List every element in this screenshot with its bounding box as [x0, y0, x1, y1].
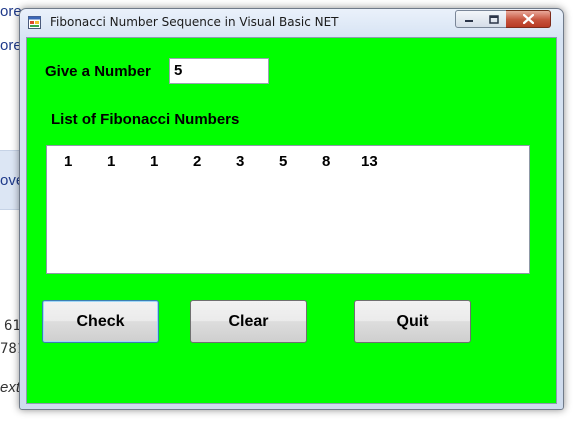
close-button[interactable] — [506, 10, 551, 28]
list-item: 1 — [150, 153, 159, 170]
fibonacci-list-box[interactable]: 1 1 1 2 3 5 8 13 — [46, 145, 530, 274]
check-button[interactable]: Check — [42, 300, 159, 343]
list-item: 8 — [322, 153, 331, 170]
list-item: 1 — [107, 153, 116, 170]
fibonacci-list-label: List of Fibonacci Numbers — [51, 111, 240, 128]
form-app-icon — [28, 16, 41, 29]
number-input[interactable]: 5 — [169, 58, 269, 84]
minimize-icon — [464, 20, 473, 22]
list-item: 13 — [361, 153, 378, 170]
maximize-icon — [488, 14, 499, 24]
clear-button[interactable]: Clear — [190, 300, 307, 343]
quit-button[interactable]: Quit — [354, 300, 471, 343]
give-number-label: Give a Number — [45, 63, 151, 80]
list-item: 3 — [236, 153, 245, 170]
title-bar[interactable]: Fibonacci Number Sequence in Visual Basi… — [20, 9, 563, 37]
fibonacci-window: Fibonacci Number Sequence in Visual Basi… — [19, 8, 564, 410]
maximize-button[interactable] — [481, 10, 507, 28]
list-item: 2 — [193, 153, 202, 170]
minimize-button[interactable] — [455, 10, 482, 28]
list-item: 5 — [279, 153, 288, 170]
window-title: Fibonacci Number Sequence in Visual Basi… — [50, 15, 339, 29]
list-item: 1 — [64, 153, 73, 170]
form-client-area: Give a Number 5 List of Fibonacci Number… — [26, 37, 557, 404]
close-icon — [522, 14, 534, 24]
